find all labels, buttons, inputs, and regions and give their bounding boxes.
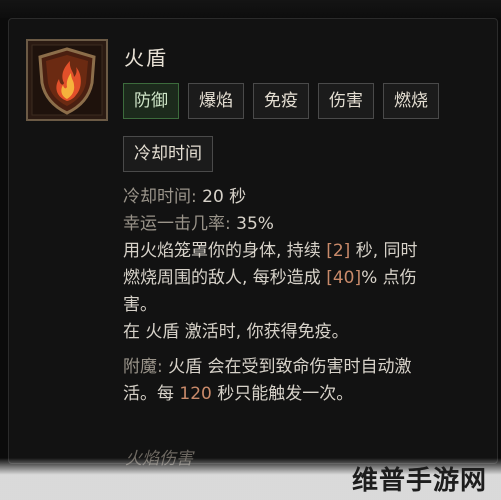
- cooldown-value: 20 秒: [202, 187, 247, 207]
- cooldown-label: 冷却时间:: [123, 187, 197, 207]
- description-line-2: 燃烧周围的敌人, 每秒造成 [40]% 点伤: [123, 268, 417, 288]
- lucky-hit-value: 35%: [236, 214, 274, 234]
- watermark: 维普手游网: [0, 458, 501, 500]
- duration-value: [2]: [326, 241, 351, 261]
- description-line-3: 害。: [123, 295, 157, 315]
- enchant-line-1: 附魔: 火盾 会在受到致命伤害时自动激: [123, 357, 412, 377]
- enchant-line-2: 活。每 120 秒只能触发一次。: [123, 384, 354, 404]
- skill-description: 冷却时间: 20 秒 幸运一击几率: 35% 用火焰笼罩你的身体, 持续 [2]…: [123, 184, 483, 408]
- tag-defense[interactable]: 防御: [123, 83, 179, 119]
- description-line-1: 用火焰笼罩你的身体, 持续 [2] 秒, 同时: [123, 241, 418, 261]
- watermark-text: 维普手游网: [351, 466, 487, 496]
- previous-panel-edge: [0, 0, 501, 18]
- tag-immune[interactable]: 免疫: [253, 83, 309, 119]
- tag-blaze[interactable]: 爆焰: [188, 83, 244, 119]
- tag-cooldown[interactable]: 冷却时间: [123, 136, 213, 172]
- enchant-interval: 120: [179, 384, 212, 404]
- game-screen: 火盾 防御 爆焰 免疫 伤害 燃烧 冷却时间 冷却时间: 20 秒 幸运一击几率…: [0, 0, 501, 500]
- description-line-4: 在 火盾 激活时, 你获得免疫。: [123, 322, 349, 342]
- skill-title: 火盾: [124, 46, 168, 70]
- tag-burning[interactable]: 燃烧: [383, 83, 439, 119]
- flame-shield-icon: [26, 39, 108, 121]
- skill-tags: 防御 爆焰 免疫 伤害 燃烧: [123, 83, 439, 119]
- skill-tooltip: 火盾 防御 爆焰 免疫 伤害 燃烧 冷却时间 冷却时间: 20 秒 幸运一击几率…: [8, 18, 498, 469]
- tag-damage[interactable]: 伤害: [318, 83, 374, 119]
- lucky-hit-stat: 幸运一击几率: 35%: [123, 211, 483, 238]
- cooldown-stat: 冷却时间: 20 秒: [123, 184, 483, 211]
- damage-value: [40]: [326, 268, 362, 288]
- enchant-label: 附魔:: [123, 357, 163, 377]
- lucky-hit-label: 幸运一击几率:: [123, 214, 231, 234]
